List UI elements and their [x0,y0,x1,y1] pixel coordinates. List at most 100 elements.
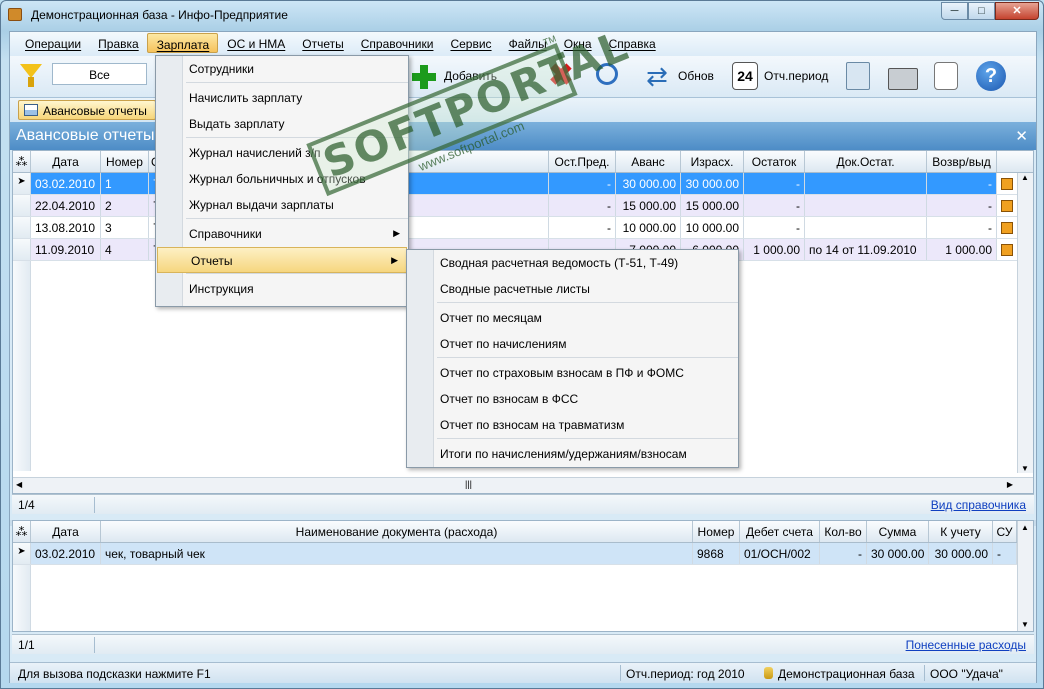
scroll-up-icon[interactable]: ▲ [1021,523,1029,532]
cell-number: 1 [101,173,149,194]
preview-icon [934,62,958,90]
filter-icon[interactable] [18,62,44,88]
minimize-button[interactable]: ─ [941,2,968,20]
refresh-icon: ⇄ [646,61,668,91]
title-bar[interactable]: Демонстрационная база - Инфо-Предприятие… [1,1,1043,29]
cell-doc: по 14 от 11.09.2010 [805,239,927,260]
horizontal-scrollbar[interactable]: ◀ ||| ▶ [13,477,1033,493]
menu-item-instructions[interactable]: Инструкция [156,276,408,302]
panel-close-icon[interactable]: ✕ [1015,127,1028,145]
printer-icon [888,68,918,90]
col-advance[interactable]: Аванс [616,151,681,172]
refresh-label: Обнов [678,69,714,83]
print-button[interactable] [888,60,918,92]
grid-header: ⁂ Дата Наименование документа (расхода) … [13,521,1033,543]
cell-date: 13.08.2010 [31,217,101,238]
calendar-icon: 24 [732,62,758,90]
col-date[interactable]: Дата [31,151,101,172]
close-button[interactable]: ✕ [995,2,1039,20]
tab-advance-reports[interactable]: Авансовые отчеты [18,100,156,120]
menu-item-totals[interactable]: Итоги по начислениям/удержаниям/взносам [407,441,738,467]
vertical-scrollbar[interactable]: ▲ ▼ [1017,521,1033,631]
col-prev-balance[interactable]: Ост.Пред. [549,151,616,172]
menu-item-summary-payslips[interactable]: Сводные расчетные листы [407,276,738,302]
col-sum[interactable]: Сумма [867,521,929,542]
scroll-down-icon[interactable]: ▼ [1021,464,1029,473]
cell-date: 03.02.2010 [31,173,101,194]
row-indicator: ➤ [13,543,31,564]
menu-fixed-assets[interactable]: ОС и НМА [218,32,293,54]
col-su[interactable]: СУ [993,521,1017,542]
scroll-up-icon[interactable]: ▲ [1021,173,1029,182]
menu-item-summary-payroll[interactable]: Сводная расчетная ведомость (Т-51, Т-49) [407,250,738,276]
menu-edit[interactable]: Правка [89,32,147,54]
panel-title: Авансовые отчеты [16,127,155,144]
row-selector-strip [13,565,31,631]
scroll-right-icon[interactable]: ▶ [1007,480,1013,489]
menu-operations[interactable]: Операции [16,32,89,54]
filter-select[interactable]: Все [52,63,147,85]
row-action-icon[interactable] [1001,244,1013,256]
col-number[interactable]: Номер [101,151,149,172]
calculator-button[interactable] [846,60,870,92]
status-hint: Для вызова подсказки нажмите F1 [18,667,211,681]
menu-item-report-injury[interactable]: Отчет по взносам на травматизм [407,412,738,438]
col-to-account[interactable]: К учету [929,521,993,542]
menu-directories[interactable]: Справочники [352,32,442,54]
cell-returned: 1 000.00 [927,239,997,260]
maximize-button[interactable]: □ [968,2,995,20]
tab-label: Авансовые отчеты [43,104,147,118]
view-directory-link[interactable]: Вид справочника [931,498,1026,512]
scroll-down-icon[interactable]: ▼ [1021,620,1029,629]
col-document-name[interactable]: Наименование документа (расхода) [101,521,693,542]
menu-item-directories[interactable]: Справочники ▶ [156,221,408,247]
header-selector: ⁂ [13,151,31,172]
app-window: Демонстрационная база - Инфо-Предприятие… [0,0,1044,689]
calculator-icon [846,62,870,90]
period-button[interactable]: 24 Отч.период [732,60,828,92]
scroll-thumb[interactable]: ||| [465,479,472,489]
col-spent[interactable]: Израсх. [681,151,744,172]
col-balance[interactable]: Остаток [744,151,805,172]
vertical-scrollbar[interactable]: ▲ ▼ [1017,173,1033,473]
cell-number: 2 [101,195,149,216]
menu-item-report-pension[interactable]: Отчет по страховым взносам в ПФ и ФОМС [407,360,738,386]
cell-number: 9868 [693,543,740,564]
cell-balance: - [744,173,805,194]
menu-item-employees[interactable]: Сотрудники [156,56,408,82]
record-counter: 1/1 [18,638,35,652]
status-database: Демонстрационная база [778,667,915,681]
row-indicator [13,217,31,238]
menu-reports[interactable]: Отчеты [293,32,351,54]
menu-item-report-by-month[interactable]: Отчет по месяцам [407,305,738,331]
col-number[interactable]: Номер [693,521,740,542]
cell-spent: 10 000.00 [681,217,744,238]
menu-item-report-fss[interactable]: Отчет по взносам в ФСС [407,386,738,412]
row-action-icon[interactable] [1001,222,1013,234]
col-quantity[interactable]: Кол-во [820,521,867,542]
refresh-button[interactable]: ⇄ Обнов [642,60,714,92]
scroll-left-icon[interactable]: ◀ [16,480,22,489]
period-label: Отч.период [764,69,829,83]
col-returned[interactable]: Возвр/выд [927,151,997,172]
cell-su: - [993,543,1017,564]
row-action-icon[interactable] [1001,200,1013,212]
menu-item-reports[interactable]: Отчеты ▶ [157,247,407,273]
menu-salary[interactable]: Зарплата [146,33,219,53]
app-icon [8,8,22,21]
menu-item-report-by-accruals[interactable]: Отчет по начислениям [407,331,738,357]
row-action-icon[interactable] [1001,178,1013,190]
window-title: Демонстрационная база - Инфо-Предприятие [31,8,288,22]
col-debit[interactable]: Дебет счета [740,521,820,542]
help-button[interactable]: ? [976,60,1006,92]
preview-button[interactable] [934,60,958,92]
cell-prev: - [549,173,616,194]
col-balance-doc[interactable]: Док.Остат. [805,151,927,172]
cell-balance: 1 000.00 [744,239,805,260]
cell-returned: - [927,195,997,216]
table-row[interactable]: ➤ 03.02.2010 чек, товарный чек 9868 01/О… [13,543,1033,565]
incurred-expenses-link[interactable]: Понесенные расходы [906,638,1026,652]
row-selector-strip [13,261,31,471]
col-date[interactable]: Дата [31,521,101,542]
cell-spent: 15 000.00 [681,195,744,216]
